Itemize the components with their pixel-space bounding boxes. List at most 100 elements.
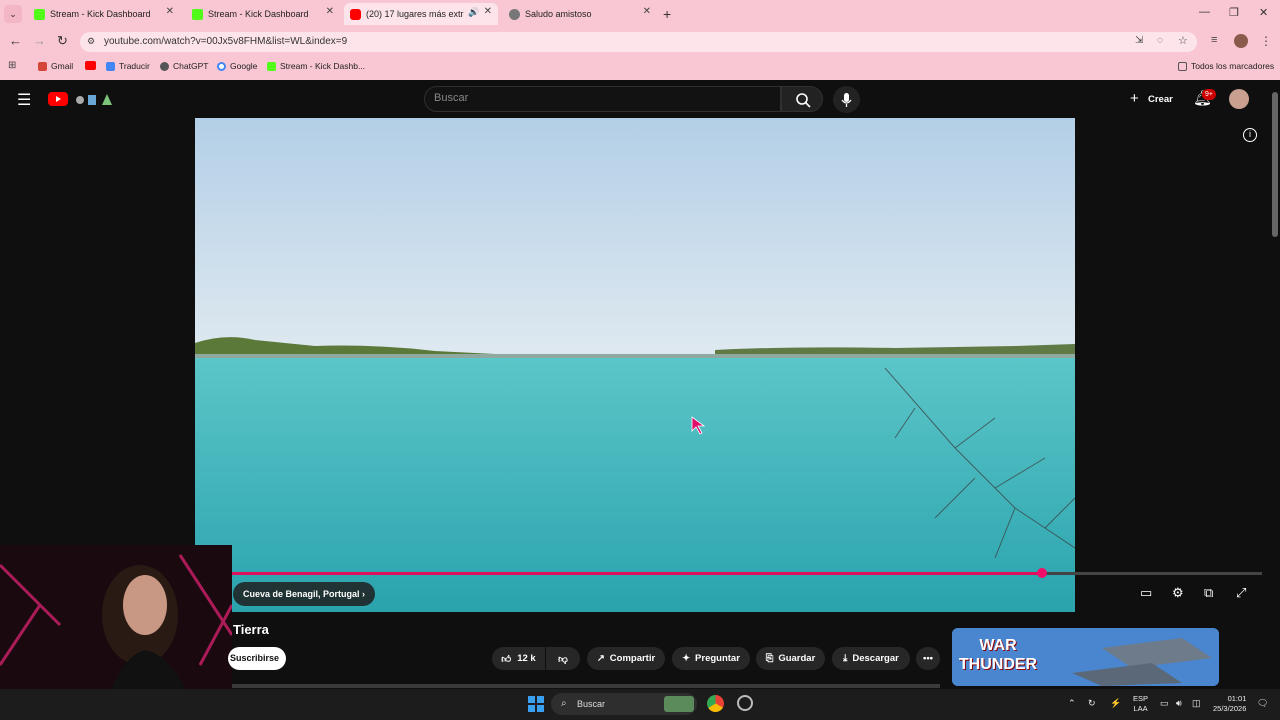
search-placeholder: Buscar <box>434 92 469 104</box>
youtube-favicon-icon <box>350 8 361 20</box>
description-box-edge <box>232 684 940 688</box>
doodle-logo-icon[interactable] <box>72 91 116 106</box>
more-actions-button[interactable]: ••• <box>916 647 940 670</box>
dislike-button[interactable]: 👎︎ <box>546 647 580 670</box>
user-avatar[interactable] <box>1229 89 1249 109</box>
miniplayer-icon[interactable]: ⧉ <box>1204 585 1213 601</box>
subscribe-button[interactable]: Suscribirse <box>228 647 286 670</box>
youtube-icon <box>85 61 96 70</box>
google-icon <box>217 61 226 71</box>
close-tab-icon[interactable]: ✕ <box>484 6 492 17</box>
bookmark-icon: ⎘ <box>765 653 774 664</box>
volume-icon[interactable]: 🔊︎ <box>1176 698 1182 709</box>
search-input[interactable] <box>424 86 781 112</box>
apps-grid-icon[interactable]: ⊞ <box>8 60 16 71</box>
tray-overflow-icon[interactable]: ⌃ <box>1068 698 1076 709</box>
microphone-icon <box>841 93 852 107</box>
bookmark-gmail[interactable]: Gmail <box>38 61 73 71</box>
bookmark-star-icon[interactable]: ☆ <box>1178 34 1188 47</box>
browser-tab-active[interactable]: (20) 17 lugares más extraño 🔊 ✕ <box>344 3 498 25</box>
bookmark-translate[interactable]: Traducir <box>106 61 150 71</box>
clock[interactable]: 01:01 25/3/2026 <box>1213 694 1246 714</box>
ask-button[interactable]: ✦ Preguntar <box>672 647 750 670</box>
thumbs-up-icon: 👍︎ <box>501 653 512 665</box>
close-tab-icon[interactable]: ✕ <box>643 6 651 17</box>
new-tab-button[interactable]: + <box>663 6 671 22</box>
chevron-right-icon: › <box>362 589 366 599</box>
fullscreen-icon[interactable]: ⤢ <box>1236 585 1246 601</box>
tray-app-icon[interactable]: ↻ <box>1088 698 1096 709</box>
browser-tab[interactable]: Stream - Kick Dashboard ✕ <box>186 3 340 25</box>
search-button[interactable] <box>781 86 823 112</box>
info-icon[interactable]: i <box>1243 128 1257 142</box>
more-horizontal-icon: ••• <box>923 653 933 664</box>
windows-start-icon[interactable] <box>528 696 544 712</box>
kick-icon <box>267 61 276 71</box>
browser-tab[interactable]: Saludo amistoso ✕ <box>503 3 657 25</box>
create-button[interactable]: Crear <box>1148 94 1173 105</box>
ad-title: WAR THUNDER <box>958 637 1038 673</box>
back-button[interactable]: ← <box>9 33 22 48</box>
settings-gear-icon[interactable]: ⚙ <box>1172 585 1184 601</box>
bookmark-google[interactable]: Google <box>217 61 257 71</box>
download-icon: ⤓ <box>843 653 848 664</box>
url-text: youtube.com/watch?v=00Jx5v8FHM&list=WL&i… <box>104 36 348 47</box>
ad-banner[interactable]: WAR THUNDER <box>952 628 1219 686</box>
kick-favicon-icon <box>34 8 45 20</box>
reading-list-icon[interactable]: ≡ <box>1211 34 1217 46</box>
hide-icon[interactable]: ◌ <box>1157 35 1163 46</box>
kick-favicon-icon <box>192 8 203 20</box>
play-icon <box>56 96 61 102</box>
taskbar-search-label: Buscar <box>577 699 606 709</box>
chrome-taskbar-icon[interactable] <box>707 695 724 712</box>
create-icon[interactable]: + <box>1130 90 1139 107</box>
share-button[interactable]: ↗ Compartir <box>587 647 665 670</box>
close-tab-icon[interactable]: ✕ <box>326 6 334 17</box>
save-button[interactable]: ⎘ Guardar <box>756 647 825 670</box>
browser-menu-icon[interactable]: ⋮ <box>1260 34 1272 48</box>
download-button[interactable]: ⤓ Descargar <box>832 647 910 670</box>
notifications-badge: 9+ <box>1202 89 1216 100</box>
search-highlight-icon[interactable] <box>664 696 694 712</box>
chatgpt-icon <box>160 61 169 71</box>
bookmark-kick[interactable]: Stream - Kick Dashb... <box>267 61 365 71</box>
profile-avatar[interactable] <box>1234 34 1248 48</box>
notification-center-icon[interactable]: 🗨︎ <box>1257 698 1268 709</box>
display-icon[interactable]: ▭ <box>1160 698 1169 709</box>
taskbar-search-icon: ⌕ <box>561 698 567 709</box>
tab-search-button[interactable]: ⌄ <box>4 5 22 23</box>
close-window-button[interactable]: ✕ <box>1259 6 1268 19</box>
lake-video-frame <box>195 118 1075 612</box>
youtube-logo[interactable] <box>48 92 68 106</box>
forward-button[interactable]: → <box>33 33 46 48</box>
audio-playing-icon[interactable]: 🔊 <box>468 7 479 18</box>
like-button[interactable]: 👍︎ 12 k <box>492 647 545 670</box>
minimize-button[interactable]: — <box>1199 6 1210 18</box>
search-icon <box>796 93 811 108</box>
progress-scrubber[interactable] <box>1036 568 1047 578</box>
install-app-icon[interactable]: ⇲ <box>1135 35 1143 46</box>
obs-taskbar-icon[interactable] <box>737 695 753 711</box>
reload-button[interactable]: ↻ <box>57 33 68 49</box>
bookmark-youtube[interactable] <box>85 61 100 70</box>
video-player[interactable] <box>195 118 1075 612</box>
chapter-button[interactable]: Cueva de Benagil, Portugal › <box>233 582 376 606</box>
subtitles-icon[interactable]: ▭ <box>1140 585 1152 601</box>
translate-icon <box>106 61 115 71</box>
language-indicator[interactable]: ESP LAA <box>1133 694 1148 714</box>
bookmark-chatgpt[interactable]: ChatGPT <box>160 61 208 71</box>
maximize-button[interactable]: ❐ <box>1229 6 1239 19</box>
chapter-label: Cueva de Benagil, Portugal <box>243 589 360 599</box>
all-bookmarks[interactable]: Todos los marcadores <box>1178 61 1274 71</box>
share-icon: ↗ <box>596 653 605 664</box>
hamburger-menu-icon[interactable]: ☰ <box>17 90 31 110</box>
tray-network-icon[interactable]: ⚡ <box>1110 698 1121 709</box>
gmail-icon <box>38 61 47 71</box>
close-tab-icon[interactable]: ✕ <box>166 6 174 17</box>
browser-tab[interactable]: Stream - Kick Dashboard ✕ <box>28 3 180 25</box>
voice-search-button[interactable] <box>833 86 860 113</box>
scrollbar-thumb[interactable] <box>1272 92 1278 237</box>
video-title: Tierra <box>233 622 269 637</box>
site-info-icon[interactable]: ⚙ <box>87 36 95 47</box>
battery-icon[interactable]: ◫ <box>1192 698 1201 709</box>
